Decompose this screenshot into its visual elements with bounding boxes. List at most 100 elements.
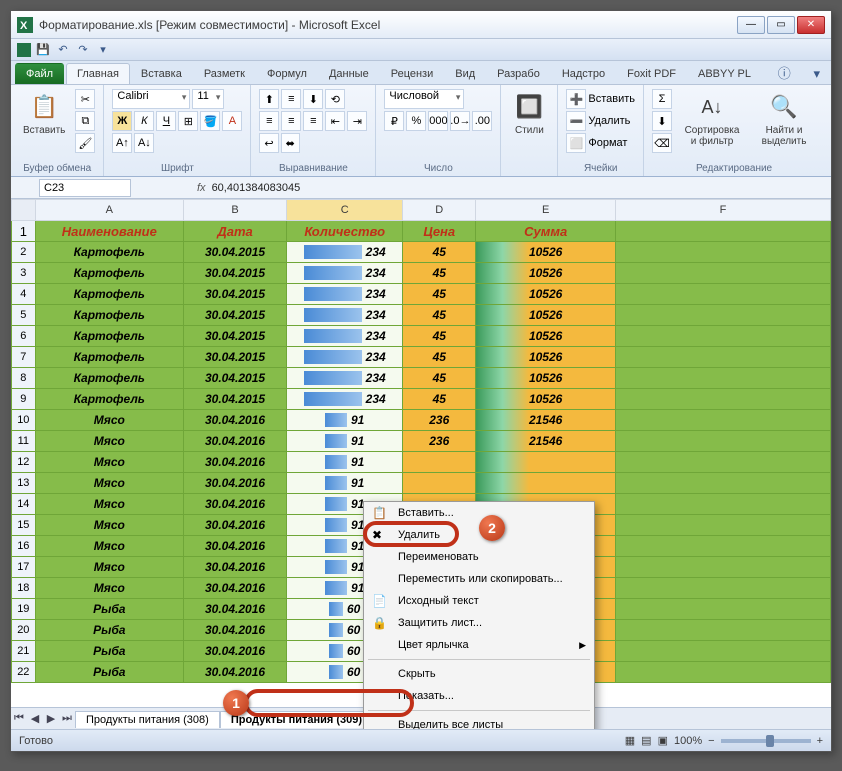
close-button[interactable]: ✕ — [797, 16, 825, 34]
tab-abbyy pl[interactable]: ABBYY PL — [687, 63, 762, 84]
row-header[interactable]: 9 — [12, 389, 36, 410]
cell[interactable] — [616, 620, 831, 641]
cell[interactable]: 30.04.2016 — [183, 641, 286, 662]
table-row[interactable]: 2 Картофель 30.04.2015 234 45 10526 — [12, 242, 831, 263]
tab-формул[interactable]: Формул — [256, 63, 318, 84]
cell[interactable]: 30.04.2016 — [183, 410, 286, 431]
clear-icon[interactable]: ⌫ — [652, 133, 672, 153]
cell[interactable] — [616, 557, 831, 578]
cell[interactable]: 30.04.2016 — [183, 620, 286, 641]
row-header[interactable]: 21 — [12, 641, 36, 662]
cell[interactable]: 10526 — [476, 326, 616, 347]
cell[interactable] — [616, 431, 831, 452]
cell[interactable] — [403, 473, 476, 494]
cell[interactable]: 91 — [287, 452, 403, 473]
cell[interactable]: 234 — [287, 389, 403, 410]
cell[interactable]: Мясо — [35, 536, 183, 557]
tab-вид[interactable]: Вид — [444, 63, 486, 84]
context-item[interactable]: Переименовать — [364, 546, 594, 568]
cell[interactable]: 30.04.2016 — [183, 494, 286, 515]
tab-file[interactable]: Файл — [15, 63, 64, 84]
cell[interactable] — [616, 473, 831, 494]
cell[interactable] — [616, 578, 831, 599]
cell[interactable]: 45 — [403, 368, 476, 389]
cell[interactable]: Мясо — [35, 494, 183, 515]
col-header-C[interactable]: C — [287, 200, 403, 221]
row-header[interactable]: 3 — [12, 263, 36, 284]
styles-button[interactable]: 🔲 Стили — [509, 89, 549, 138]
currency-icon[interactable]: ₽ — [384, 111, 404, 131]
row-header[interactable]: 13 — [12, 473, 36, 494]
format-cells-icon[interactable]: ⬜ — [566, 133, 586, 153]
table-row[interactable]: 13 Мясо 30.04.2016 91 — [12, 473, 831, 494]
align-top-icon[interactable]: ⬆ — [259, 89, 279, 109]
cell[interactable]: 10526 — [476, 263, 616, 284]
qat-dropdown-icon[interactable]: ▾ — [95, 42, 111, 58]
cell[interactable]: Мясо — [35, 578, 183, 599]
row-header[interactable]: 12 — [12, 452, 36, 473]
align-bottom-icon[interactable]: ⬇ — [303, 89, 323, 109]
cell[interactable]: 234 — [287, 347, 403, 368]
cell[interactable]: 30.04.2016 — [183, 662, 286, 683]
cell[interactable]: Рыба — [35, 641, 183, 662]
col-header-B[interactable]: B — [183, 200, 286, 221]
tab-nav-first-icon[interactable]: ⏮ — [11, 712, 27, 725]
row-header[interactable]: 22 — [12, 662, 36, 683]
cell[interactable]: 30.04.2015 — [183, 242, 286, 263]
cell[interactable] — [616, 452, 831, 473]
cell[interactable] — [616, 368, 831, 389]
header-cell[interactable] — [616, 221, 831, 242]
cell[interactable] — [616, 494, 831, 515]
context-item[interactable]: Цвет ярлычка▶ — [364, 634, 594, 656]
table-row[interactable]: 7 Картофель 30.04.2015 234 45 10526 — [12, 347, 831, 368]
tab-nav-next-icon[interactable]: ▶ — [43, 712, 59, 725]
cell[interactable] — [616, 326, 831, 347]
ribbon-collapse-icon[interactable]: ▾ — [806, 63, 827, 84]
col-header-E[interactable]: E — [476, 200, 616, 221]
cell[interactable]: 91 — [287, 410, 403, 431]
cell[interactable]: Мясо — [35, 431, 183, 452]
header-cell[interactable]: Наименование — [35, 221, 183, 242]
row-header[interactable]: 5 — [12, 305, 36, 326]
fill-icon[interactable]: ⬇ — [652, 111, 672, 131]
cell[interactable]: 45 — [403, 347, 476, 368]
cell[interactable]: 30.04.2016 — [183, 536, 286, 557]
cell[interactable] — [616, 284, 831, 305]
percent-icon[interactable]: % — [406, 111, 426, 131]
col-header-D[interactable]: D — [403, 200, 476, 221]
align-middle-icon[interactable]: ≡ — [281, 89, 301, 109]
help-icon[interactable]: ⓘ — [771, 60, 798, 84]
view-break-icon[interactable]: ▣ — [658, 734, 668, 747]
table-row[interactable]: 10 Мясо 30.04.2016 91 236 21546 — [12, 410, 831, 431]
table-row[interactable]: 6 Картофель 30.04.2015 234 45 10526 — [12, 326, 831, 347]
row-header[interactable]: 7 — [12, 347, 36, 368]
col-header-F[interactable]: F — [616, 200, 831, 221]
row-header[interactable]: 15 — [12, 515, 36, 536]
sheet-tab[interactable]: Продукты питания (308) — [75, 711, 220, 728]
cell[interactable]: 91 — [287, 431, 403, 452]
cell[interactable]: Рыба — [35, 620, 183, 641]
context-item[interactable]: Переместить или скопировать... — [364, 568, 594, 590]
inc-decimal-icon[interactable]: .0→ — [450, 111, 470, 131]
cell[interactable]: 30.04.2015 — [183, 347, 286, 368]
minimize-button[interactable]: — — [737, 16, 765, 34]
copy-icon[interactable]: ⧉ — [75, 111, 95, 131]
row-header[interactable]: 19 — [12, 599, 36, 620]
cell[interactable]: 234 — [287, 242, 403, 263]
select-all-corner[interactable] — [12, 200, 36, 221]
font-color-button[interactable]: A — [222, 111, 242, 131]
tab-nav-last-icon[interactable]: ⏭ — [59, 712, 75, 725]
table-row[interactable]: 12 Мясо 30.04.2016 91 — [12, 452, 831, 473]
save-icon[interactable]: 💾 — [35, 42, 51, 58]
sort-filter-button[interactable]: A↓ Сортировка и фильтр — [678, 89, 746, 149]
paste-button[interactable]: 📋 Вставить — [19, 89, 69, 138]
cell[interactable] — [616, 536, 831, 557]
view-layout-icon[interactable]: ▤ — [641, 734, 651, 747]
align-center-icon[interactable]: ≡ — [281, 111, 301, 131]
insert-cells-icon[interactable]: ➕ — [566, 89, 586, 109]
insert-label[interactable]: Вставить — [588, 93, 635, 105]
cell[interactable] — [616, 263, 831, 284]
table-row[interactable]: 11 Мясо 30.04.2016 91 236 21546 — [12, 431, 831, 452]
cell[interactable]: Мясо — [35, 557, 183, 578]
cell[interactable]: Рыба — [35, 599, 183, 620]
